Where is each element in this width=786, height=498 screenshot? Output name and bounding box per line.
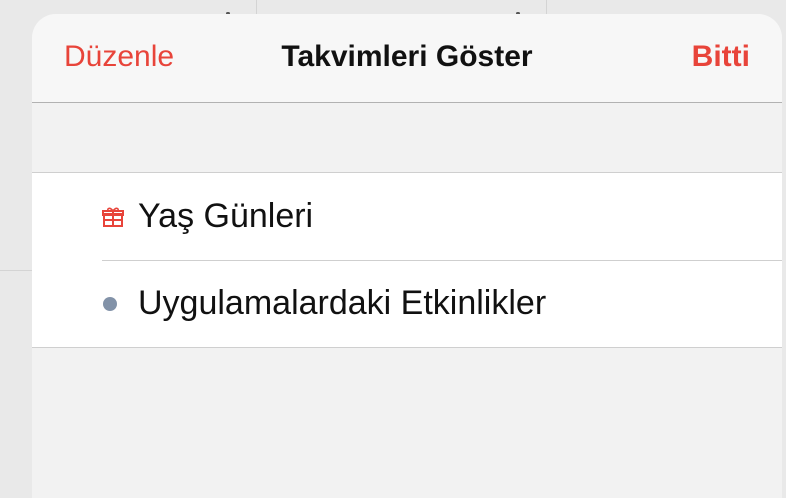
calendar-list: Yaş Günleri Uygulamalardaki Etkinlikler — [32, 172, 782, 348]
sheet-title: Takvimleri Göster — [281, 40, 533, 73]
background-grid-line — [546, 0, 547, 14]
calendar-label: Yaş Günleri — [138, 197, 314, 235]
calendar-label: Uygulamalardaki Etkinlikler — [138, 284, 547, 322]
calendar-row-app-events[interactable]: Uygulamalardaki Etkinlikler — [32, 260, 782, 347]
sheet-navbar: Düzenle Takvimleri Göster Bitti — [32, 14, 782, 103]
done-button[interactable]: Bitti — [692, 40, 750, 74]
background-grid-line — [256, 0, 257, 14]
background-grid-line — [0, 270, 32, 271]
calendar-row-birthdays[interactable]: Yaş Günleri — [32, 173, 782, 260]
show-calendars-sheet: Düzenle Takvimleri Göster Bitti Yaş Günl… — [32, 14, 782, 498]
gift-icon — [102, 207, 124, 227]
dot-icon — [103, 297, 117, 311]
